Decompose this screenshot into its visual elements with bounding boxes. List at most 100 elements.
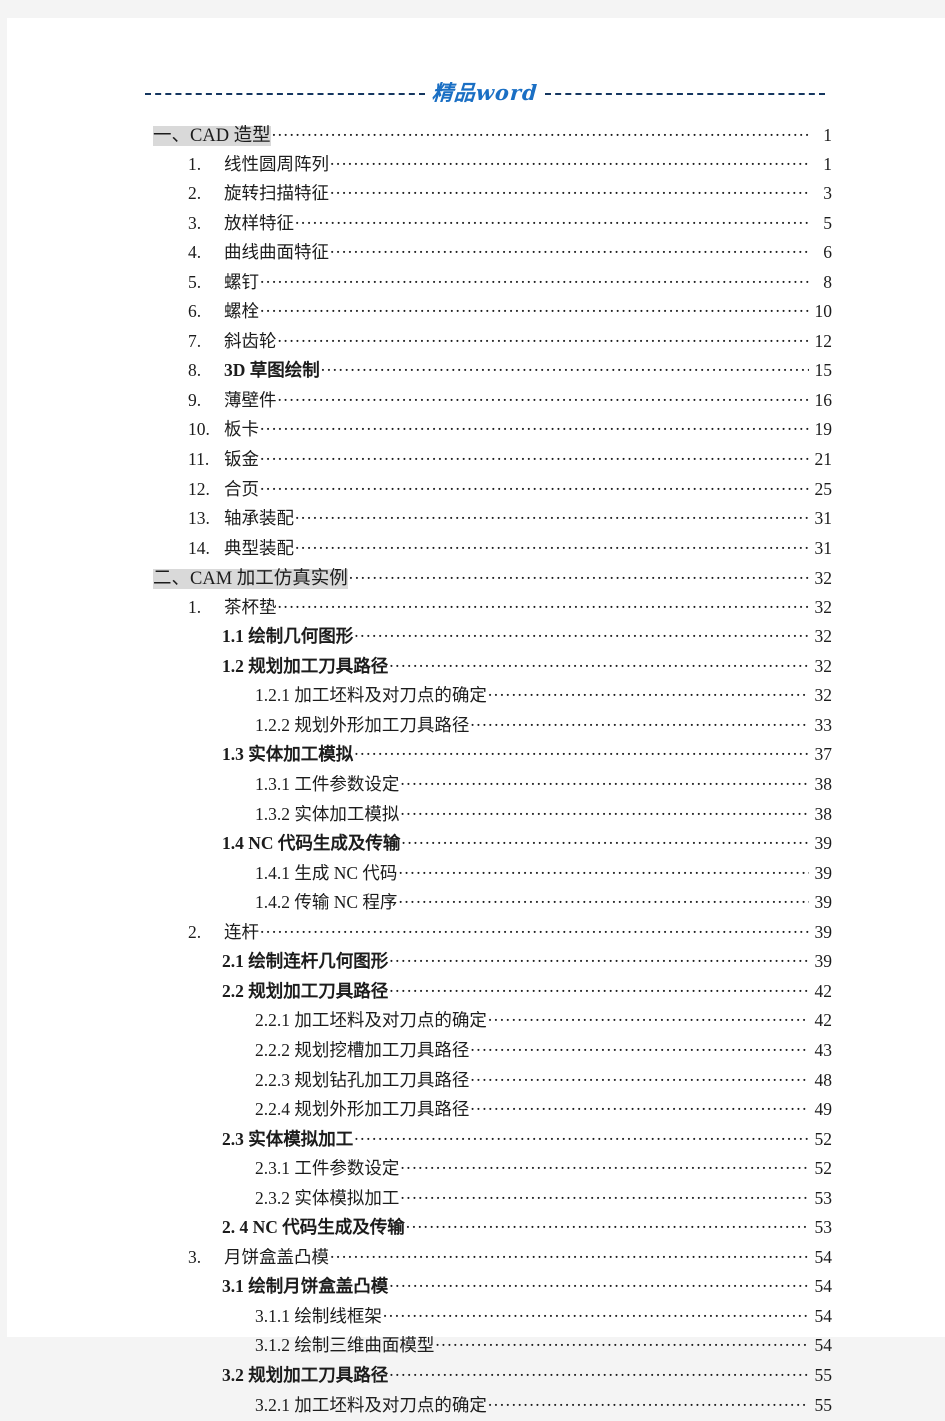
toc-page-number: 32 xyxy=(814,568,833,589)
toc-entry[interactable]: 1. 线性圆周阵列 1 xyxy=(7,151,945,181)
toc-page-number: 37 xyxy=(814,744,833,765)
toc-entry[interactable]: 1.3 实体加工模拟 37 xyxy=(7,741,945,771)
toc-entry[interactable]: 2. 旋转扫描特征 3 xyxy=(7,180,945,210)
toc-entry-label: 线性圆周阵列 xyxy=(224,153,329,174)
toc-leader-dots xyxy=(400,1157,809,1175)
toc-entry-label: 2. 4 NC 代码生成及传输 xyxy=(222,1217,405,1238)
toc-entry[interactable]: 13. 轴承装配 31 xyxy=(7,505,945,535)
toc-entry-label: 茶杯垫 xyxy=(224,596,277,617)
toc-entry-number: 1. xyxy=(188,153,202,174)
toc-entry[interactable]: 1.4.1 生成 NC 代码 39 xyxy=(7,860,945,890)
toc-entry[interactable]: 2. 4 NC 代码生成及传输 53 xyxy=(7,1214,945,1244)
toc-entry[interactable]: 2. 连杆 39 xyxy=(7,919,945,949)
toc-entry[interactable]: 2.3 实体模拟加工 52 xyxy=(7,1126,945,1156)
toc-leader-dots xyxy=(470,1098,809,1116)
toc-entry[interactable]: 2.2 规划加工刀具路径 42 xyxy=(7,978,945,1008)
toc-entry-label: 1.4.2 传输 NC 程序 xyxy=(255,892,398,913)
toc-entry-number: 7. xyxy=(188,330,202,351)
toc-entry[interactable]: 一、CAD 造型 1 xyxy=(7,121,945,151)
toc-leader-dots xyxy=(260,418,809,436)
toc-entry-label: 2.2.3 规划钻孔加工刀具路径 xyxy=(255,1069,470,1090)
toc-leader-dots xyxy=(406,1216,809,1234)
toc-page-number: 32 xyxy=(814,626,833,647)
toc-leader-dots xyxy=(278,388,810,406)
toc-entry[interactable]: 4. 曲线曲面特征 6 xyxy=(7,239,945,269)
toc-entry[interactable]: 1.3.1 工件参数设定 38 xyxy=(7,771,945,801)
toc-entry-label: 轴承装配 xyxy=(224,508,294,529)
toc-page-number: 3 xyxy=(823,183,832,204)
toc-entry[interactable]: 6. 螺栓 10 xyxy=(7,298,945,328)
toc-page-number: 55 xyxy=(814,1394,833,1415)
toc-page-number: 1 xyxy=(823,153,832,174)
toc-entry[interactable]: 12. 合页 25 xyxy=(7,476,945,506)
toc-entry-label: 薄壁件 xyxy=(224,389,277,410)
toc-leader-dots xyxy=(349,567,809,585)
toc-leader-dots xyxy=(260,270,809,288)
toc-entry[interactable]: 2.2.2 规划挖槽加工刀具路径 43 xyxy=(7,1037,945,1067)
toc-entry[interactable]: 3. 月饼盒盖凸模 54 xyxy=(7,1244,945,1274)
toc-entry[interactable]: 3.2.1 加工坯料及对刀点的确定 55 xyxy=(7,1392,945,1421)
toc-leader-dots xyxy=(295,211,809,229)
toc-leader-dots xyxy=(330,241,809,259)
toc-leader-dots xyxy=(354,743,809,761)
toc-entry[interactable]: 2.2.4 规划外形加工刀具路径 49 xyxy=(7,1096,945,1126)
toc-entry[interactable]: 1.2.1 加工坯料及对刀点的确定 32 xyxy=(7,682,945,712)
toc-entry-label: 2.3.1 工件参数设定 xyxy=(255,1158,400,1179)
toc-entry[interactable]: 二、CAM 加工仿真实例 32 xyxy=(7,564,945,594)
toc-entry-label: 二、CAM 加工仿真实例 xyxy=(153,569,348,590)
toc-leader-dots xyxy=(400,773,809,791)
toc-entry[interactable]: 11. 钣金 21 xyxy=(7,446,945,476)
toc-entry[interactable]: 1.4.2 传输 NC 程序 39 xyxy=(7,889,945,919)
header-title: 精品word xyxy=(431,80,539,105)
toc-entry[interactable]: 3.2 规划加工刀具路径 55 xyxy=(7,1362,945,1392)
toc-entry[interactable]: 1.2 规划加工刀具路径 32 xyxy=(7,653,945,683)
toc-leader-dots xyxy=(260,920,809,938)
toc-entry[interactable]: 3. 放样特征 5 xyxy=(7,210,945,240)
toc-entry-label: 放样特征 xyxy=(224,212,294,233)
toc-entry-number: 13. xyxy=(188,508,210,529)
toc-page-number: 12 xyxy=(814,330,833,351)
toc-entry[interactable]: 7. 斜齿轮 12 xyxy=(7,328,945,358)
toc-entry[interactable]: 1.4 NC 代码生成及传输 39 xyxy=(7,830,945,860)
toc-page-number: 31 xyxy=(814,537,833,558)
toc-entry-label: 板卡 xyxy=(224,419,259,440)
toc-entry[interactable]: 2.2.1 加工坯料及对刀点的确定 42 xyxy=(7,1007,945,1037)
toc-entry[interactable]: 14. 典型装配 31 xyxy=(7,535,945,565)
toc-entry[interactable]: 2.1 绘制连杆几何图形 39 xyxy=(7,948,945,978)
toc-entry[interactable]: 8. 3D 草图绘制 15 xyxy=(7,357,945,387)
toc-entry-label: 合页 xyxy=(224,478,259,499)
toc-leader-dots xyxy=(398,891,809,909)
toc-page-number: 48 xyxy=(814,1069,833,1090)
toc-entry-label: 一、CAD 造型 xyxy=(153,126,271,146)
toc-entry[interactable]: 2.3.1 工件参数设定 52 xyxy=(7,1155,945,1185)
toc-leader-dots xyxy=(272,124,809,142)
toc-entry-label: 2.2 规划加工刀具路径 xyxy=(222,980,389,1001)
toc-leader-dots xyxy=(278,329,810,347)
toc-entry[interactable]: 10. 板卡 19 xyxy=(7,416,945,446)
toc-entry-label: 1.4 NC 代码生成及传输 xyxy=(222,833,401,854)
toc-entry[interactable]: 9. 薄壁件 16 xyxy=(7,387,945,417)
toc-leader-dots xyxy=(354,1127,809,1145)
toc-page-number: 33 xyxy=(814,714,833,735)
toc-entry-label: 2.2.4 规划外形加工刀具路径 xyxy=(255,1099,470,1120)
toc-entry[interactable]: 3.1 绘制月饼盒盖凸模 54 xyxy=(7,1273,945,1303)
toc-leader-dots xyxy=(354,625,809,643)
toc-leader-dots xyxy=(330,182,809,200)
toc-page-number: 55 xyxy=(814,1364,833,1385)
toc-entry[interactable]: 2.2.3 规划钻孔加工刀具路径 48 xyxy=(7,1067,945,1097)
toc-page-number: 10 xyxy=(814,301,833,322)
toc-leader-dots xyxy=(488,684,809,702)
toc-page-number: 8 xyxy=(823,271,832,292)
toc-entry[interactable]: 1. 茶杯垫 32 xyxy=(7,594,945,624)
toc-entry[interactable]: 5. 螺钉 8 xyxy=(7,269,945,299)
toc-leader-dots xyxy=(488,1009,809,1027)
toc-entry[interactable]: 3.1.1 绘制线框架 54 xyxy=(7,1303,945,1333)
toc-page-number: 38 xyxy=(814,774,833,795)
toc-entry[interactable]: 1.1 绘制几何图形 32 xyxy=(7,623,945,653)
toc-page-number: 39 xyxy=(814,951,833,972)
toc-entry[interactable]: 2.3.2 实体模拟加工 53 xyxy=(7,1185,945,1215)
toc-entry-number: 10. xyxy=(188,419,210,440)
toc-entry[interactable]: 1.3.2 实体加工模拟 38 xyxy=(7,801,945,831)
toc-entry[interactable]: 1.2.2 规划外形加工刀具路径 33 xyxy=(7,712,945,742)
toc-page-number: 1 xyxy=(823,125,832,145)
